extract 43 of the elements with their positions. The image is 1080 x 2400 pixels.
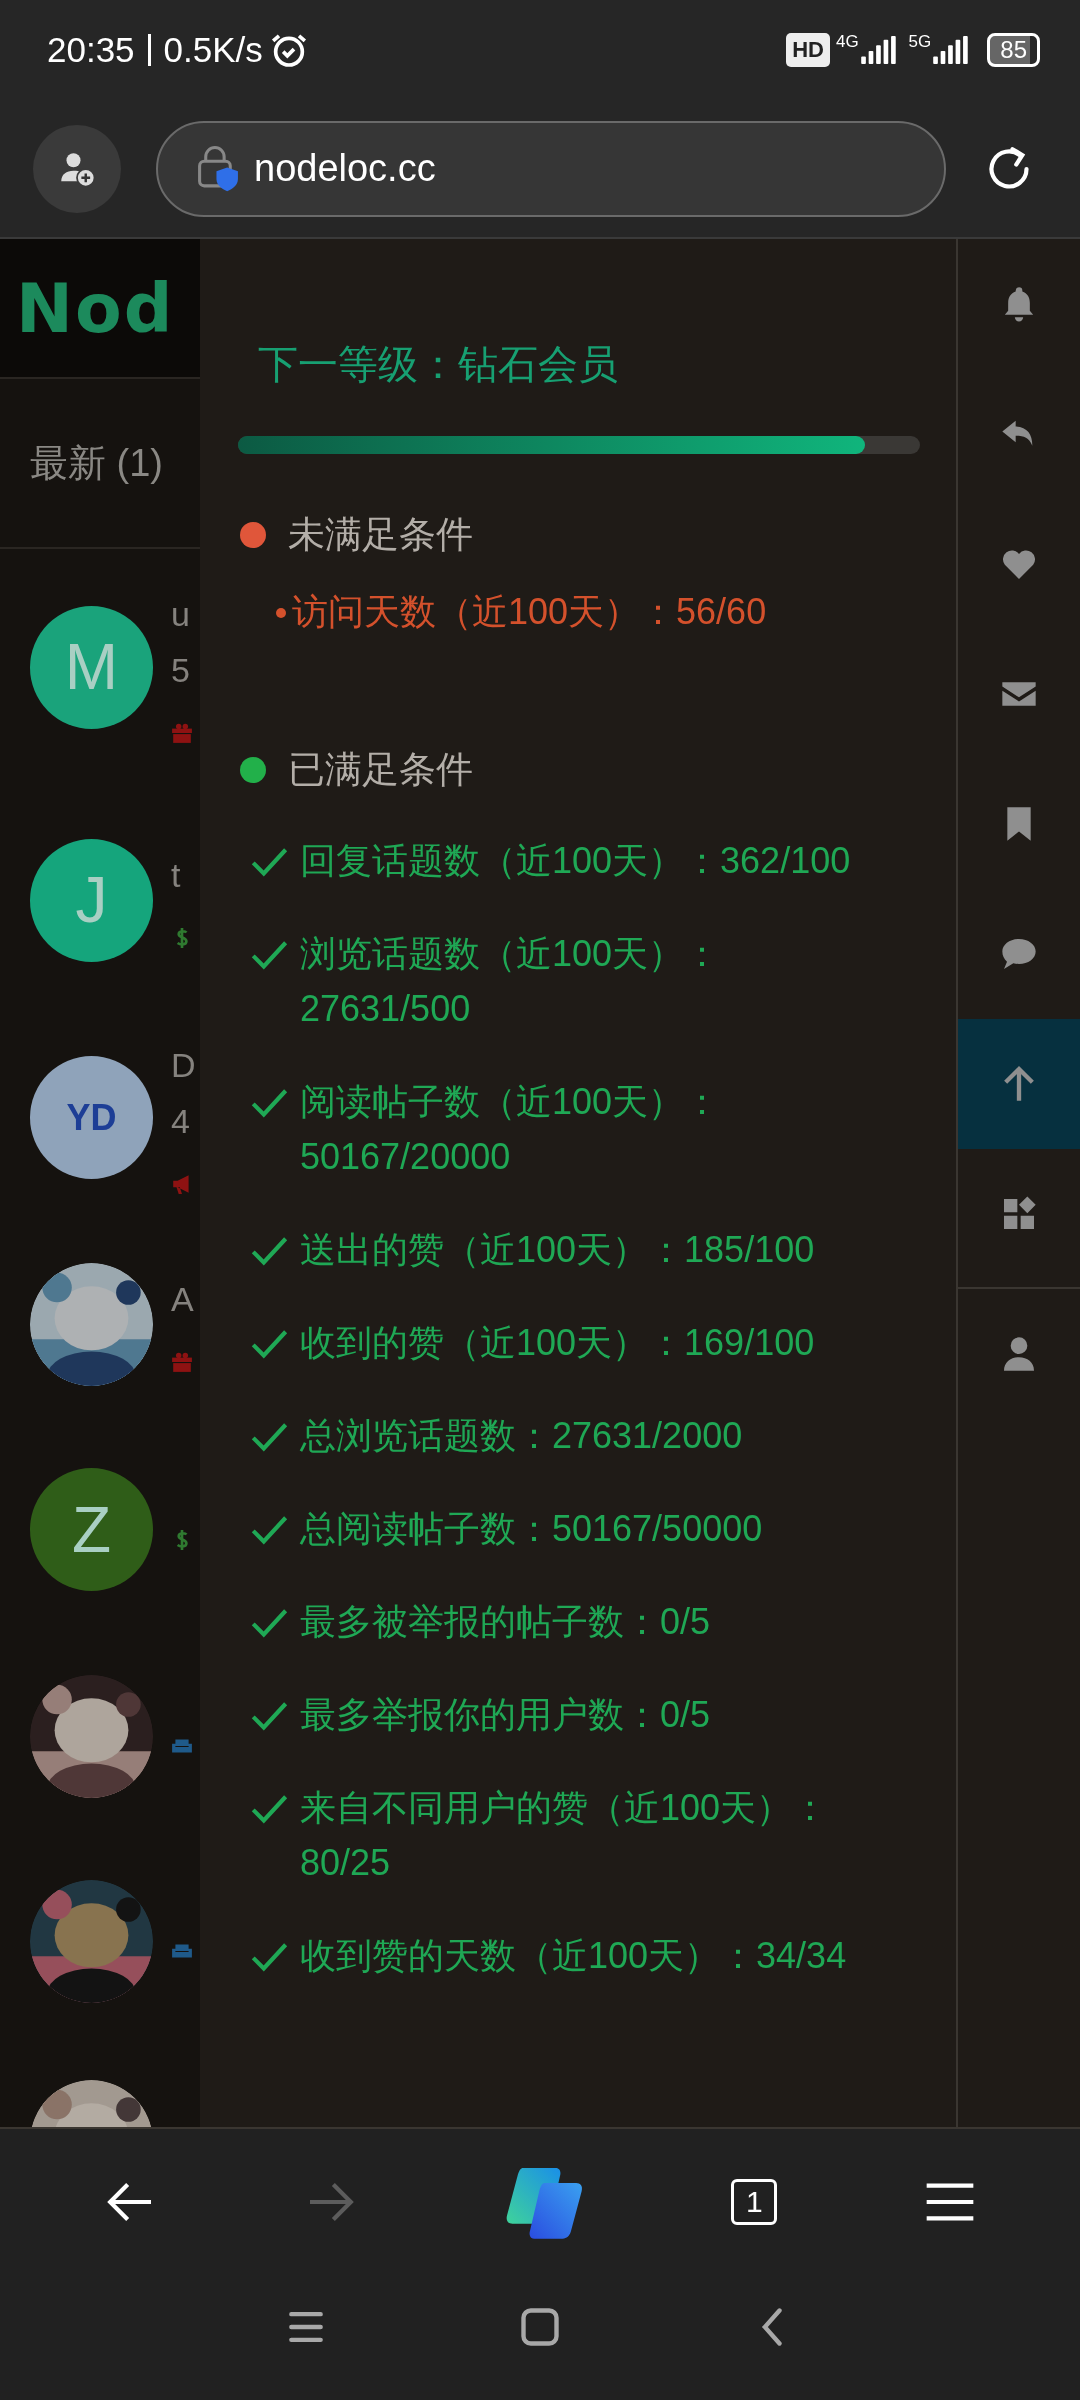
requirement-text: 收到赞的天数（近100天）：34/34 xyxy=(300,1934,847,1978)
topic-title[interactable]: A xyxy=(171,1275,194,1323)
next-level-title: 下一等级：钻石会员 xyxy=(258,341,618,388)
requirement-text: 最多被举报的帖子数：0/5 xyxy=(300,1600,711,1644)
requirement-text: 最多举报你的用户数：0/5 xyxy=(300,1693,711,1737)
user-avatar[interactable]: Z xyxy=(30,1468,153,1591)
url-text: nodeloc.cc xyxy=(254,147,436,190)
requirement-text: 阅读帖子数（近100天）：50167/20000 xyxy=(300,1080,722,1179)
gift-icon xyxy=(171,1351,193,1373)
address-field[interactable]: nodeloc.cc xyxy=(156,120,946,217)
network-speed: 0.5K/s xyxy=(163,30,263,70)
user-avatar[interactable]: YD xyxy=(30,1056,153,1179)
lock-shield-icon xyxy=(196,145,240,192)
home-icon[interactable] xyxy=(518,2305,562,2349)
site-logo: Nod xyxy=(16,268,175,348)
battery-indicator: 85 xyxy=(987,33,1040,67)
signal-icon xyxy=(931,36,970,64)
tab-count-button[interactable]: 1 xyxy=(731,2178,778,2225)
bullet-icon xyxy=(276,607,286,618)
topic-title[interactable]: D xyxy=(171,1040,196,1089)
met-heading: 已满足条件 xyxy=(288,748,473,792)
gift-icon xyxy=(171,722,193,744)
unmet-heading: 未满足条件 xyxy=(288,513,473,557)
requirement-text: 收到的赞（近100天）：169/100 xyxy=(300,1321,815,1365)
status-dot xyxy=(240,522,266,548)
topic-title[interactable]: 5 xyxy=(171,646,193,694)
signal-icon xyxy=(858,36,897,64)
status-dot xyxy=(240,757,266,783)
requirement-text: 访问天数（近100天）：56/60 xyxy=(292,590,767,634)
network-type: 4G xyxy=(835,32,859,52)
topic-title[interactable]: t xyxy=(171,851,193,899)
requirement-text: 回复话题数（近100天）：362/100 xyxy=(300,839,851,883)
topic-title[interactable]: 4 xyxy=(171,1096,196,1145)
requirement-text: 总浏览话题数：27631/2000 xyxy=(300,1414,743,1458)
status-time: 20:35 xyxy=(47,30,135,70)
requirement-text: 送出的赞（近100天）：185/100 xyxy=(300,1228,815,1272)
network-type: 5G xyxy=(908,32,932,52)
requirement-text: 浏览话题数（近100天）：27631/500 xyxy=(300,932,722,1031)
requirement-text: 来自不同用户的赞（近100天）：80/25 xyxy=(300,1786,830,1885)
latest-tab[interactable]: 最新 (1) xyxy=(30,437,163,489)
requirement-text: 总阅读帖子数：50167/50000 xyxy=(300,1507,763,1551)
topic-title[interactable]: u xyxy=(171,590,193,638)
hd-voice-badge: HD xyxy=(786,33,830,67)
